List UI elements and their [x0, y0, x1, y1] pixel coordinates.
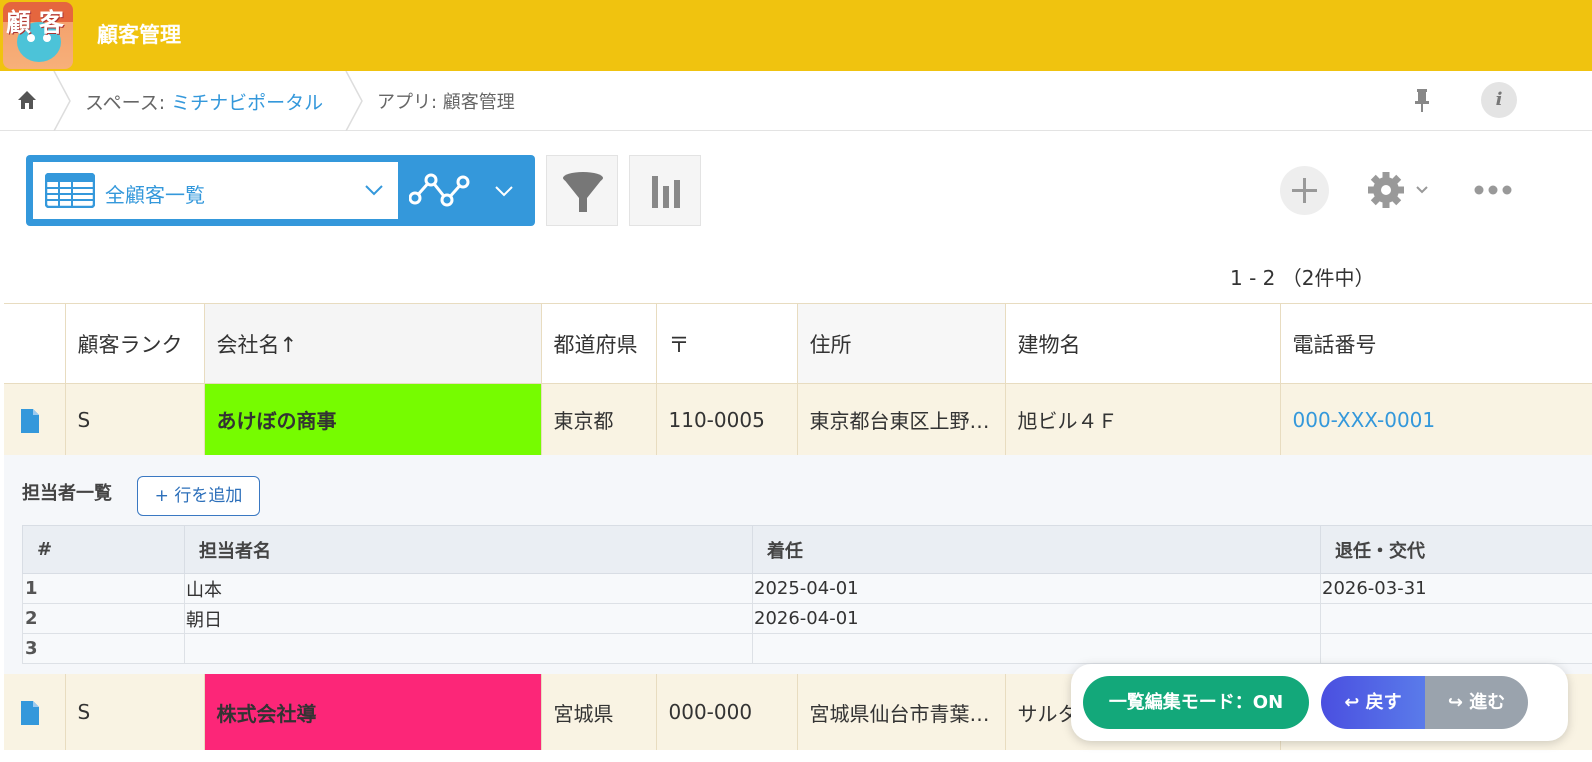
view-name: 全顧客一覧 [105, 183, 205, 207]
add-record-button[interactable] [1280, 166, 1329, 215]
bar-chart-icon [652, 176, 680, 208]
plus-icon [1292, 178, 1317, 203]
company-cell[interactable]: 株式会社導 [204, 674, 542, 750]
subtable-row: 1 山本 2025-04-01 2026-03-31 [22, 573, 1592, 604]
subtable-header-row: # 担当者名 着任 退任・交代 [22, 525, 1592, 574]
page: 顧客 顧客管理 スペース: ミチナビポータル アプリ: 顧客管理 i 全顧客一覧… [0, 0, 1592, 762]
company-cell[interactable]: あけぼの商事 [204, 383, 542, 456]
redo-button[interactable]: ↪ 進む [1425, 676, 1528, 729]
subtable-start-cell[interactable]: 2026-04-01 [752, 603, 1321, 634]
column-header-prefecture[interactable]: 都道府県 [541, 303, 657, 384]
breadcrumb-space-prefix: スペース: [85, 92, 166, 114]
address-cell[interactable]: 宮城県仙台市青葉… [797, 674, 1006, 750]
gear-icon [1368, 172, 1428, 208]
subtable-header-name: 担当者名 [184, 525, 753, 574]
chart-button[interactable] [629, 155, 701, 226]
table-header-row: 顧客ランク 会社名↑ 都道府県 〒 住所 建物名 電話番号 [4, 303, 1592, 384]
subtable-end-cell[interactable]: 2026-03-31 [1320, 573, 1592, 604]
column-header-building[interactable]: 建物名 [1005, 303, 1281, 384]
add-row-button[interactable]: + 行を追加 [137, 476, 260, 516]
logo-text: 顧客 [6, 8, 73, 37]
home-icon[interactable] [16, 89, 38, 111]
rank-cell[interactable]: S [65, 383, 205, 456]
document-icon[interactable] [21, 700, 39, 725]
rank-cell[interactable]: S [65, 674, 205, 750]
subtable-name-cell[interactable]: 山本 [184, 573, 753, 604]
more-options-button[interactable] [1470, 175, 1516, 205]
record-detail-cell[interactable] [4, 674, 66, 750]
subtable-end-cell[interactable] [1320, 603, 1592, 634]
prefecture-cell[interactable]: 東京都 [541, 383, 657, 456]
edit-mode-panel: 一覧編集モード：ON ↩ 戻す ↪ 進む [1071, 664, 1568, 741]
subtable-row: 2 朝日 2026-04-01 [22, 603, 1592, 634]
more-icon [1474, 185, 1512, 195]
chevron-down-icon [365, 185, 383, 196]
settings-button[interactable] [1364, 168, 1432, 212]
subtable-name-cell[interactable]: 朝日 [184, 603, 753, 634]
column-header-detail [4, 303, 66, 384]
info-icon[interactable]: i [1481, 82, 1517, 118]
record-table: 顧客ランク 会社名↑ 都道府県 〒 住所 建物名 電話番号 S あけぼの商事 東… [4, 303, 1592, 456]
record-detail-cell[interactable] [4, 383, 66, 456]
column-header-tel[interactable]: 電話番号 [1280, 303, 1592, 384]
graph-icon[interactable] [409, 170, 471, 210]
app-title: 顧客管理 [97, 23, 181, 47]
address-cell[interactable]: 東京都台東区上野… [797, 383, 1006, 456]
zip-cell[interactable]: 110-0005 [656, 383, 798, 456]
subtable-row-num: 2 [22, 603, 185, 634]
subtable-header-num: # [22, 525, 185, 574]
subtable-name-cell[interactable] [184, 633, 753, 664]
chevron-down-icon[interactable] [493, 183, 515, 199]
table-view-icon [45, 173, 95, 208]
subtable-row-num: 1 [22, 573, 185, 604]
subtable-title: 担当者一覧 [22, 483, 112, 504]
breadcrumb-app: アプリ: 顧客管理 [377, 92, 515, 113]
prefecture-cell[interactable]: 宮城県 [541, 674, 657, 750]
building-cell[interactable]: 旭ビル４Ｆ [1005, 383, 1281, 456]
pagination: 1 - 2 （2件中） [1230, 266, 1375, 290]
edit-mode-toggle[interactable]: 一覧編集モード：ON [1083, 676, 1309, 729]
undo-button[interactable]: ↩ 戻す [1321, 676, 1425, 729]
filter-icon [563, 172, 603, 212]
column-header-address[interactable]: 住所 [797, 303, 1006, 384]
subtable-header-end: 退任・交代 [1320, 525, 1592, 574]
subtable-row: 3 [22, 633, 1592, 664]
table-row: S あけぼの商事 東京都 110-0005 東京都台東区上野… 旭ビル４Ｆ 00… [4, 383, 1592, 456]
filter-button[interactable] [546, 155, 618, 226]
column-header-company[interactable]: 会社名↑ [204, 303, 542, 384]
subtable-row-num: 3 [22, 633, 185, 664]
breadcrumb-space-link[interactable]: ミチナビポータル [171, 92, 323, 114]
breadcrumb: スペース: ミチナビポータル アプリ: 顧客管理 [0, 71, 1592, 131]
view-dropdown[interactable]: 全顧客一覧 [33, 162, 398, 219]
view-selector: 全顧客一覧 [26, 155, 535, 226]
app-header: 顧客 顧客管理 [0, 0, 1592, 71]
subtable-start-cell[interactable] [752, 633, 1321, 664]
subtable-start-cell[interactable]: 2025-04-01 [752, 573, 1321, 604]
tel-link[interactable]: 000-XXX-0001 [1280, 383, 1592, 456]
column-header-rank[interactable]: 顧客ランク [65, 303, 205, 384]
breadcrumb-separator-icon [345, 71, 363, 131]
subtable-end-cell[interactable] [1320, 633, 1592, 664]
subtable: # 担当者名 着任 退任・交代 1 山本 2025-04-01 2026-03-… [22, 525, 1592, 664]
breadcrumb-separator-icon [53, 71, 71, 131]
subtable-section: 担当者一覧 + 行を追加 # 担当者名 着任 退任・交代 1 山本 2025-0… [4, 455, 1592, 674]
app-logo[interactable]: 顧客 [3, 2, 73, 69]
subtable-header-start: 着任 [752, 525, 1321, 574]
breadcrumb-space: スペース: ミチナビポータル [85, 88, 323, 115]
pin-icon[interactable] [1408, 86, 1436, 114]
column-header-zip[interactable]: 〒 [656, 303, 798, 384]
document-icon[interactable] [21, 408, 39, 433]
zip-cell[interactable]: 000-000 [656, 674, 798, 750]
